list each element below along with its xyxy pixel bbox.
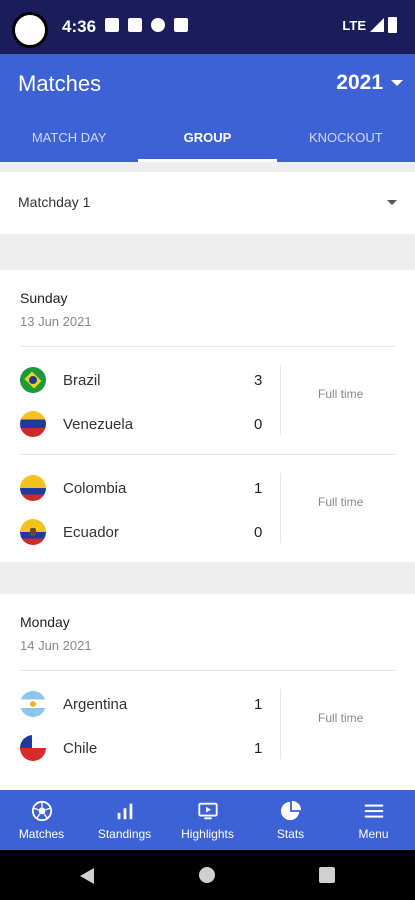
network-label: LTE [342, 17, 366, 33]
status-bar: 4:36 LTE [0, 0, 415, 54]
away-team: Ecuador 0 [20, 519, 270, 547]
signal-icon [370, 18, 384, 32]
home-icon[interactable] [199, 867, 215, 883]
nav-label: Highlights [181, 827, 234, 841]
recent-apps-icon[interactable] [319, 867, 335, 883]
team-score: 1 [254, 696, 263, 713]
tab-match-day[interactable]: MATCH DAY [0, 116, 138, 162]
system-navigation-bar [0, 850, 415, 900]
back-icon[interactable] [80, 868, 94, 884]
status-time: 4:36 [62, 17, 97, 36]
match-status: Full time [318, 711, 364, 725]
year-selector[interactable]: 2021 [336, 71, 403, 95]
matchday-value: Matchday 1 [18, 194, 91, 210]
nav-label: Standings [97, 827, 152, 841]
home-team: Argentina 1 [20, 691, 270, 719]
sd-card-icon [174, 18, 188, 32]
tab-knockout[interactable]: KNOCKOUT [277, 116, 415, 162]
bottom-navigation: Matches Standings Highlights Stats Menu [0, 790, 415, 850]
venezuela-flag-icon [20, 411, 46, 437]
colombia-flag-icon [20, 475, 46, 501]
day-card: Monday 14 Jun 2021 Argentina 1 Chile 1 F… [0, 594, 415, 790]
argentina-flag-icon [20, 691, 46, 717]
team-score: 1 [254, 480, 263, 497]
chile-flag-icon [20, 735, 46, 761]
match-status: Full time [318, 387, 364, 401]
team-score: 0 [254, 524, 263, 541]
year-label: 2021 [336, 71, 383, 94]
nav-matches[interactable]: Matches [0, 790, 83, 850]
team-name: Brazil [63, 372, 101, 389]
notification-icons [105, 18, 188, 32]
team-name: Colombia [63, 480, 127, 497]
video-play-icon [197, 802, 218, 820]
nav-label: Stats [276, 827, 305, 841]
team-score: 0 [254, 416, 263, 433]
menu-icon [364, 804, 383, 818]
pie-chart-icon [280, 800, 301, 821]
day-name: Sunday [20, 290, 68, 306]
home-team: Brazil 3 [20, 367, 270, 395]
away-team: Chile 1 [20, 735, 270, 763]
dropdown-arrow-icon [387, 200, 397, 205]
matchday-dropdown[interactable]: Matchday 1 [0, 172, 415, 234]
nav-label: Matches [18, 827, 65, 841]
day-card: Sunday 13 Jun 2021 Brazil 3 Venezuela 0 … [0, 270, 415, 562]
match-status: Full time [318, 495, 364, 509]
home-team: Colombia 1 [20, 475, 270, 503]
tab-group[interactable]: GROUP [138, 116, 277, 162]
divider [280, 473, 281, 543]
nav-label: Menu [358, 827, 389, 841]
day-name: Monday [20, 614, 70, 630]
page-title: Matches [18, 71, 102, 96]
divider [280, 689, 281, 759]
team-score: 3 [254, 372, 263, 389]
notification-icon [151, 18, 165, 32]
team-name: Venezuela [63, 416, 134, 433]
notification-icon [128, 18, 142, 32]
team-name: Ecuador [63, 524, 119, 541]
brazil-flag-icon [20, 367, 46, 393]
divider [280, 365, 281, 435]
away-team: Venezuela 0 [20, 411, 270, 439]
team-score: 1 [254, 740, 263, 757]
camera-cutout [12, 12, 48, 48]
soccer-ball-icon [31, 800, 52, 822]
bar-chart-icon [117, 803, 132, 820]
team-name: Argentina [63, 696, 128, 713]
day-date: 13 Jun 2021 [20, 314, 92, 329]
notification-icon [105, 18, 119, 32]
team-name: Chile [63, 740, 98, 757]
ecuador-flag-icon [20, 519, 46, 545]
nav-highlights[interactable]: Highlights [166, 790, 249, 850]
match-card[interactable]: Argentina 1 Chile 1 Full time [20, 670, 395, 778]
battery-icon [388, 17, 397, 33]
nav-standings[interactable]: Standings [83, 790, 166, 850]
app-bar: Matches 2021 MATCH DAY GROUP KNOCKOUT [0, 54, 415, 162]
nav-menu[interactable]: Menu [332, 790, 415, 850]
match-card[interactable]: Colombia 1 Ecuador 0 Full time [20, 454, 395, 562]
chevron-down-icon [391, 80, 403, 86]
status-right: LTE [342, 17, 397, 33]
day-date: 14 Jun 2021 [20, 638, 92, 653]
match-card[interactable]: Brazil 3 Venezuela 0 Full time [20, 346, 395, 454]
nav-stats[interactable]: Stats [249, 790, 332, 850]
tab-bar: MATCH DAY GROUP KNOCKOUT [0, 116, 415, 162]
